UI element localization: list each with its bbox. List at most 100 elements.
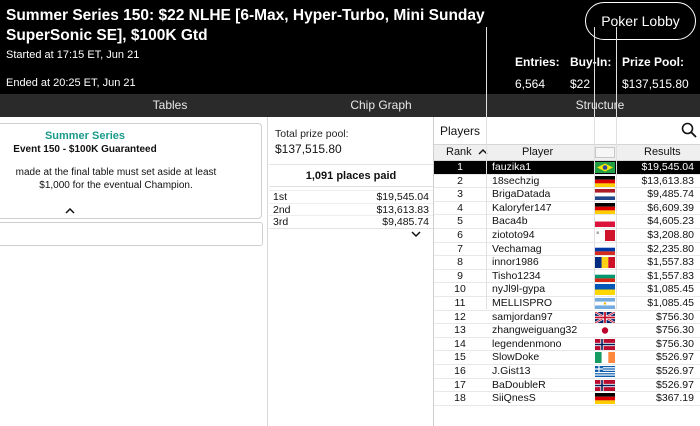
expand-prizes-chevron-icon[interactable] <box>411 230 421 241</box>
player-row[interactable]: 14 legendenmono $756.30 <box>434 338 700 352</box>
norway-flag-icon <box>595 379 615 391</box>
player-name: ziototo94 <box>492 228 535 241</box>
bulgaria-flag-icon <box>595 270 615 282</box>
players-table-body: 1 fauzika1 $19,545.04 2 18sechzig $13,613.83 3… <box>434 161 700 406</box>
player-row[interactable]: 9 Tisho1234 $1,557.83 <box>434 270 700 284</box>
prize-amount: $19,545.04 <box>376 191 429 203</box>
prize-position: 3rd <box>273 216 289 228</box>
player-rank: 17 <box>454 378 466 391</box>
player-result: $4,605.23 <box>647 215 694 228</box>
player-row[interactable]: 13 zhangweiguang32 $756.30 <box>434 324 700 338</box>
germany-flag-icon <box>595 393 615 405</box>
description-subtitle: Event 150 - $100K Guaranteed <box>13 144 157 155</box>
tournament-title: Summer Series 150: $22 NLHE [6-Max, Hype… <box>6 7 485 44</box>
players-title: Players <box>440 124 481 138</box>
player-row[interactable]: 16 J.Gist13 $526.97 <box>434 365 700 379</box>
player-rank: 15 <box>454 351 466 364</box>
player-rank: 12 <box>454 310 466 323</box>
prize-pool-value: $137,515.80 <box>622 77 689 91</box>
player-name: innor1986 <box>492 256 539 269</box>
germany-flag-icon <box>595 175 615 187</box>
player-name: Baca4b <box>492 215 528 228</box>
search-icon[interactable] <box>681 122 697 138</box>
tab-structure[interactable]: Structure <box>530 94 670 117</box>
start-time: Started at 17:15 ET, Jun 21 <box>6 49 140 61</box>
country-column-header-icon[interactable] <box>595 147 615 158</box>
player-row[interactable]: 7 Vechamag $2,235.80 <box>434 243 700 257</box>
column-divider <box>486 27 487 309</box>
player-name: J.Gist13 <box>492 364 531 377</box>
prize-panel: Total prize pool: $137,515.80 1,091 plac… <box>269 117 433 426</box>
places-paid: 1,091 places paid <box>269 164 433 187</box>
tournament-header: Summer Series 150: $22 NLHE [6-Max, Hype… <box>0 0 700 94</box>
player-row[interactable]: 3 BrigaDatada $9,485.74 <box>434 188 700 202</box>
player-rank: 13 <box>454 324 466 337</box>
player-rank: 11 <box>454 296 466 309</box>
player-result: $19,545.04 <box>641 161 694 173</box>
player-row[interactable]: 4 Kaloryfer147 $6,609.39 <box>434 202 700 216</box>
buyin-value: $22 <box>570 77 591 91</box>
poland-flag-icon <box>595 216 615 228</box>
malta-flag-icon <box>595 229 615 241</box>
netherlands-flag-icon <box>595 189 615 201</box>
player-row[interactable]: 15 SlowDoke $526.97 <box>434 351 700 365</box>
romania-flag-icon <box>595 257 615 269</box>
player-result: $1,557.83 <box>647 269 694 282</box>
player-row[interactable]: 1 fauzika1 $19,545.04 <box>434 161 700 175</box>
player-rank: 4 <box>457 201 463 214</box>
entries-label: Entries: <box>515 55 560 69</box>
player-result: $2,235.80 <box>647 242 694 255</box>
total-prize-pool-value: $137,515.80 <box>275 142 342 156</box>
russia-flag-icon <box>595 243 615 255</box>
ireland-flag-icon <box>595 352 615 364</box>
prize-position: 2nd <box>273 203 291 216</box>
player-name: samjordan97 <box>492 310 553 323</box>
poker-lobby-button[interactable]: Poker Lobby <box>585 2 696 40</box>
description-text: made at the final table must set aside a… <box>15 167 217 191</box>
chat-input[interactable] <box>0 222 263 246</box>
player-result: $526.97 <box>656 364 694 377</box>
player-row[interactable]: 5 Baca4b $4,605.23 <box>434 215 700 229</box>
player-rank: 7 <box>457 242 463 255</box>
greece-flag-icon <box>595 365 615 377</box>
player-rank: 6 <box>457 228 463 241</box>
player-rank: 5 <box>457 215 463 228</box>
player-row[interactable]: 2 18sechzig $13,613.83 <box>434 175 700 189</box>
total-prize-pool-label: Total prize pool: <box>275 128 349 140</box>
norway-flag-icon <box>595 338 615 350</box>
player-result: $1,557.83 <box>647 256 694 269</box>
column-divider <box>594 27 595 309</box>
player-row[interactable]: 11 MELLISPRO $1,085.45 <box>434 297 700 311</box>
player-rank: 1 <box>457 161 463 173</box>
player-name: BrigaDatada <box>492 188 551 201</box>
germany-flag-icon <box>595 202 615 214</box>
player-column-header[interactable]: Player <box>522 146 553 158</box>
player-row[interactable]: 17 BaDoubleR $526.97 <box>434 379 700 393</box>
player-rank: 14 <box>454 337 466 350</box>
player-name: SlowDoke <box>492 351 540 364</box>
rank-column-header[interactable]: Rank <box>446 146 472 158</box>
description-panel: Summer Series Event 150 - $100K Guarante… <box>0 117 268 426</box>
collapse-chevron-icon[interactable] <box>62 207 78 219</box>
player-name: fauzika1 <box>492 161 532 173</box>
player-rank: 10 <box>454 283 466 296</box>
player-rank: 9 <box>457 269 463 282</box>
player-result: $526.97 <box>656 351 694 364</box>
tab-chip-graph[interactable]: Chip Graph <box>311 94 451 117</box>
player-rank: 3 <box>457 188 463 201</box>
player-row[interactable]: 6 ziototo94 $3,208.80 <box>434 229 700 243</box>
player-row[interactable]: 18 SiiQnesS $367.19 <box>434 392 700 406</box>
results-column-header[interactable]: Results <box>644 146 681 158</box>
player-result: $526.97 <box>656 378 694 391</box>
player-result: $9,485.74 <box>647 188 694 201</box>
prize-position: 1st <box>273 191 288 203</box>
player-name: SiiQnesS <box>492 392 536 405</box>
player-result: $756.30 <box>656 324 694 337</box>
uk-flag-icon <box>595 311 615 323</box>
player-row[interactable]: 8 innor1986 $1,557.83 <box>434 256 700 270</box>
player-rank: 2 <box>457 174 463 187</box>
prize-pool-label: Prize Pool: <box>622 55 685 69</box>
tab-tables[interactable]: Tables <box>100 94 240 117</box>
player-row[interactable]: 10 nyJl9l-gypa $1,085.45 <box>434 283 700 297</box>
player-row[interactable]: 12 samjordan97 $756.30 <box>434 311 700 325</box>
